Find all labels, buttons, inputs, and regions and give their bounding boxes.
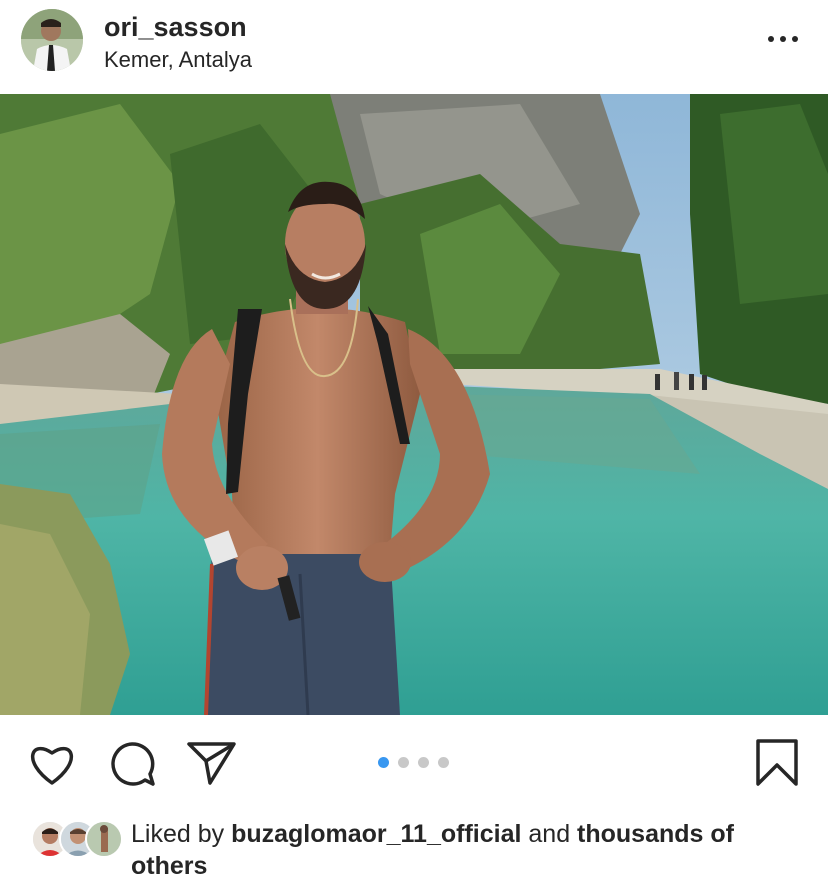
post-location[interactable]: Kemer, Antalya (104, 47, 252, 73)
post-header: ori_sasson Kemer, Antalya (0, 0, 828, 94)
carousel-dot (418, 757, 429, 768)
carousel-dot (398, 757, 409, 768)
likes-section: Liked by buzaglomaor_11_official and tho… (0, 810, 828, 880)
post-actions-bar (0, 715, 828, 810)
avatar-image (21, 9, 83, 71)
comment-bubble-icon[interactable] (107, 740, 157, 788)
avatar[interactable] (21, 9, 83, 71)
post-username[interactable]: ori_sasson (104, 12, 247, 43)
post-image (0, 94, 828, 715)
bookmark-icon[interactable] (754, 738, 800, 788)
carousel-dot-active (378, 757, 389, 768)
heart-icon[interactable] (27, 741, 77, 787)
carousel-dot (438, 757, 449, 768)
paper-plane-icon[interactable] (186, 739, 238, 787)
post-photo[interactable] (0, 94, 828, 715)
more-options-icon[interactable] (760, 26, 806, 52)
likes-middle: and (521, 820, 578, 848)
likes-prefix: Liked by (131, 820, 232, 848)
likes-text: Liked by buzaglomaor_11_official and tho… (131, 818, 811, 882)
liker-username[interactable]: buzaglomaor_11_official (231, 820, 521, 848)
liker-avatar[interactable] (85, 820, 123, 858)
